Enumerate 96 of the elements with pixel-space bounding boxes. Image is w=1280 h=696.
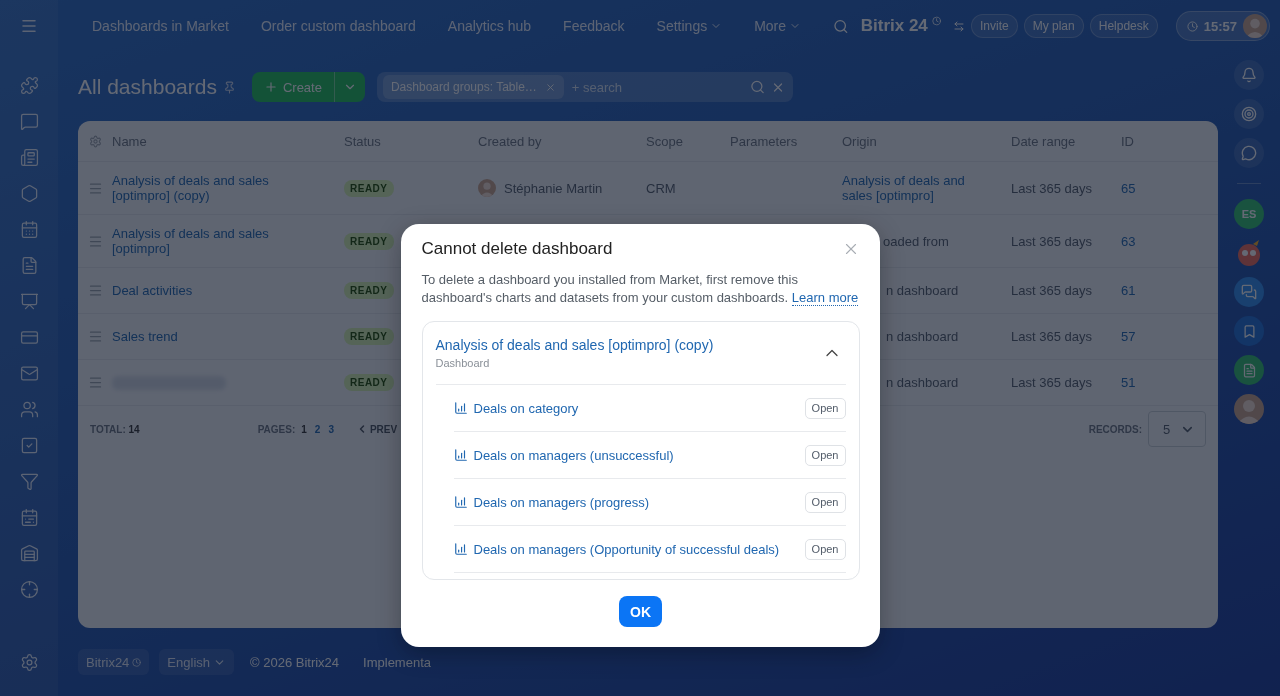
newspaper-icon[interactable] (19, 148, 39, 167)
close-icon[interactable] (544, 81, 556, 93)
id-link[interactable]: 61 (1121, 283, 1218, 298)
clock-icon (1186, 20, 1198, 32)
chat-bubble-icon[interactable] (1234, 277, 1264, 307)
id-link[interactable]: 57 (1121, 329, 1218, 344)
id-link[interactable]: 63 (1121, 233, 1218, 249)
users-icon[interactable] (19, 400, 39, 419)
document-icon[interactable] (1234, 355, 1264, 385)
chart-icon (453, 542, 468, 556)
dashboard-link[interactable]: Deal activities (112, 283, 344, 298)
settings-icon[interactable] (88, 134, 102, 148)
group-title-link[interactable]: Analysis of deals and sales [optimpro] (copy) (435, 337, 714, 353)
drag-handle-icon[interactable] (87, 375, 103, 390)
records-select[interactable]: 5 (1148, 411, 1206, 447)
table-cell: Stéphanie Martin (504, 180, 603, 196)
calendar-icon[interactable] (19, 220, 39, 239)
open-button[interactable]: Open (804, 538, 846, 560)
table-cell-text: Last 365 days (1011, 283, 1093, 298)
mail-icon[interactable] (19, 364, 39, 383)
target-icon[interactable] (19, 580, 39, 599)
menu-item[interactable]: Feedback (563, 18, 625, 34)
funnel-icon[interactable] (19, 472, 39, 491)
page-link[interactable]: 3 (328, 423, 334, 435)
presentation-icon[interactable] (19, 292, 39, 311)
prev-link[interactable]: PREV (355, 423, 398, 435)
mascot-icon[interactable] (1235, 238, 1263, 268)
id-link[interactable]: 51 (1121, 375, 1218, 390)
user-avatar (1234, 394, 1264, 424)
open-button[interactable]: Open (804, 444, 846, 466)
contact-avatar[interactable]: ES (1234, 199, 1264, 229)
table-cell-text: Last 365 days (1011, 375, 1093, 390)
table-cell-text: Last 365 days (1011, 180, 1093, 196)
clock-icon (132, 657, 142, 667)
chat-icon[interactable] (19, 112, 39, 131)
card-icon[interactable] (19, 328, 39, 347)
table-cell-text: Last 365 days (1011, 233, 1093, 249)
drag-handle-icon[interactable] (87, 180, 103, 196)
bookmark-icon[interactable] (1234, 316, 1264, 346)
swap-icon[interactable] (953, 19, 965, 33)
chart-icon (453, 401, 468, 415)
menu-item[interactable]: Dashboards in Market (92, 18, 229, 34)
dashboard-link[interactable]: Analysis of deals and sales [optimpro] (112, 226, 344, 256)
status-badge: READY (344, 374, 394, 391)
chart-link[interactable]: Deals on managers (progress) (473, 494, 799, 510)
clock-time: 15:57 (1203, 18, 1237, 34)
settings-icon[interactable] (19, 653, 39, 672)
dialog-message: To delete a dashboard you installed from Market, first remove this dashboard's charts and datasets from your custom dashboards. Learn more (421, 271, 860, 307)
chart-icon (453, 495, 468, 509)
open-button[interactable]: Open (804, 397, 846, 419)
warehouse-icon[interactable] (19, 544, 39, 563)
puzzle-icon[interactable] (19, 76, 39, 95)
menu-item[interactable]: Analytics hub (447, 18, 532, 34)
status-badge: READY (344, 328, 394, 345)
pin-icon[interactable] (222, 80, 236, 94)
page-link[interactable]: 1 (301, 423, 307, 435)
user-avatar (478, 179, 496, 197)
copyright: © 2026 Bitrix24 (250, 654, 340, 670)
chart-link[interactable]: Deals on category (473, 400, 799, 416)
learn-more-link[interactable]: Learn more (791, 290, 859, 306)
menu-icon[interactable] (20, 17, 38, 35)
schedule-icon[interactable] (19, 508, 39, 527)
chart-icon (453, 448, 468, 462)
id-link[interactable]: 65 (1121, 180, 1218, 196)
logo: Bitrix 24 (860, 16, 928, 36)
clock-icon (931, 16, 942, 26)
table-cell-text: Last 365 days (1011, 329, 1093, 344)
page-title: All dashboards (78, 75, 217, 99)
search-icon[interactable] (749, 79, 765, 95)
status-badge: READY (344, 179, 394, 197)
chart-link[interactable]: Deals on managers (Opportunity of successful deals) (473, 541, 799, 557)
menu-item[interactable]: Settings (656, 18, 723, 34)
user-avatar (1243, 14, 1267, 38)
table-cell-text: oaded from (882, 233, 950, 249)
search-icon[interactable] (833, 17, 849, 35)
status-badge: READY (344, 232, 394, 250)
drag-handle-icon[interactable] (87, 283, 103, 298)
ok-button[interactable]: OK (619, 596, 662, 627)
dashboard-link[interactable]: Sales trend (112, 329, 344, 344)
status-badge: READY (344, 282, 394, 299)
chart-link[interactable]: Deals on managers (unsuccessful) (473, 447, 799, 463)
group-subtitle: Dashboard (435, 357, 491, 369)
menu-item[interactable]: More (754, 18, 802, 34)
origin-link[interactable]: Analysis of deals and sales [optimpro] (842, 173, 1011, 203)
dashboard-link[interactable]: Analysis of deals and sales [optimpro] (copy) (112, 173, 344, 203)
checkbox-icon[interactable] (19, 436, 39, 455)
table-cell-text: CRM (646, 180, 677, 196)
drag-handle-icon[interactable] (87, 329, 103, 344)
page-link[interactable]: 2 (314, 423, 321, 435)
hexagon-icon[interactable] (19, 184, 39, 203)
open-button[interactable]: Open (804, 491, 846, 513)
dialog-title: Cannot delete dashboard (421, 239, 613, 259)
footer-link[interactable]: Implementa (363, 654, 431, 670)
menu-item[interactable]: Order custom dashboard (260, 18, 416, 34)
plus-icon (263, 80, 278, 94)
drag-handle-icon[interactable] (87, 233, 103, 249)
